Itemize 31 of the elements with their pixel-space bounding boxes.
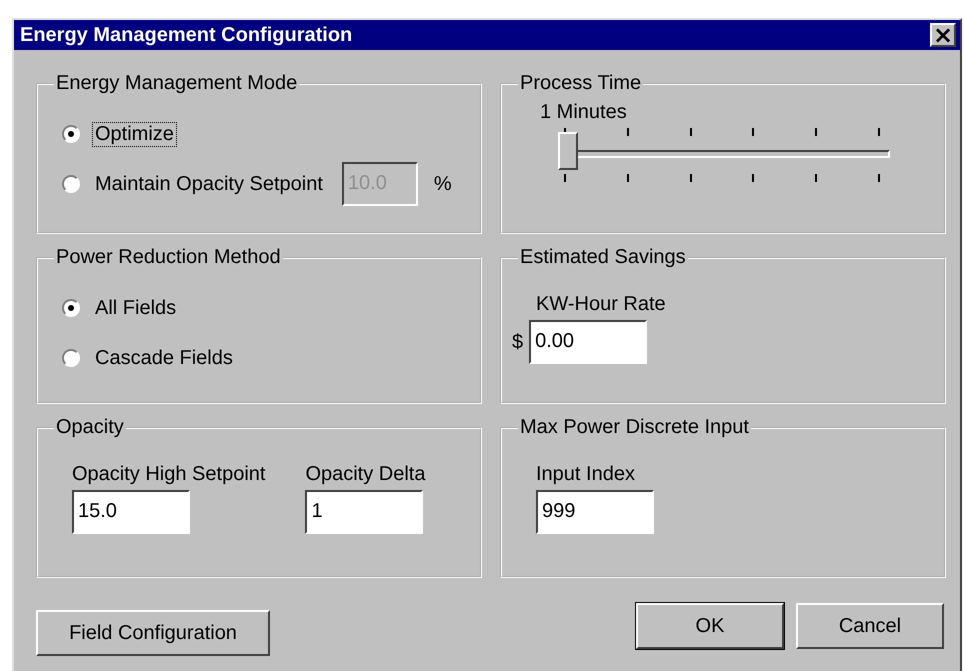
radio-label[interactable]: Optimize [92, 122, 177, 146]
group-title: Power Reduction Method [55, 246, 282, 269]
radio-label[interactable]: Cascade Fields [92, 346, 236, 370]
field-label: Opacity Delta [305, 463, 426, 486]
dialog-button[interactable]: Field Configuration [36, 610, 270, 656]
window-title: Energy Management Configuration [20, 24, 352, 46]
group-title: Estimated Savings [519, 246, 687, 269]
close-button[interactable]: × [930, 23, 956, 47]
slider-thumb[interactable] [558, 132, 578, 170]
unit-label: % [434, 172, 452, 196]
radio-button[interactable] [62, 299, 80, 317]
field-label: Input Index [536, 463, 636, 486]
radio-button[interactable] [62, 349, 80, 367]
input-field[interactable]: 15.0 [72, 490, 190, 534]
radio-button[interactable] [62, 175, 80, 193]
currency-label: $ [512, 330, 524, 354]
radio-button[interactable] [62, 125, 80, 143]
input-field[interactable]: 0.00 [529, 320, 648, 364]
field-label: Opacity High Setpoint [72, 463, 266, 486]
group-title: Opacity [55, 416, 125, 439]
field-label: KW-Hour Rate [536, 293, 666, 316]
input-field[interactable]: 1 [305, 490, 424, 534]
dialog-button[interactable]: Cancel [796, 603, 944, 649]
radio-label[interactable]: All Fields [92, 296, 180, 320]
group-title: Process Time [519, 72, 642, 95]
group-title: Max Power Discrete Input [519, 416, 750, 439]
dialog-button[interactable]: OK [636, 603, 784, 649]
group-title: Energy Management Mode [55, 72, 298, 95]
radio-label[interactable]: Maintain Opacity Setpoint [92, 172, 326, 196]
input-field[interactable]: 999 [536, 490, 654, 534]
slider-reading: 1 Minutes [539, 101, 628, 124]
